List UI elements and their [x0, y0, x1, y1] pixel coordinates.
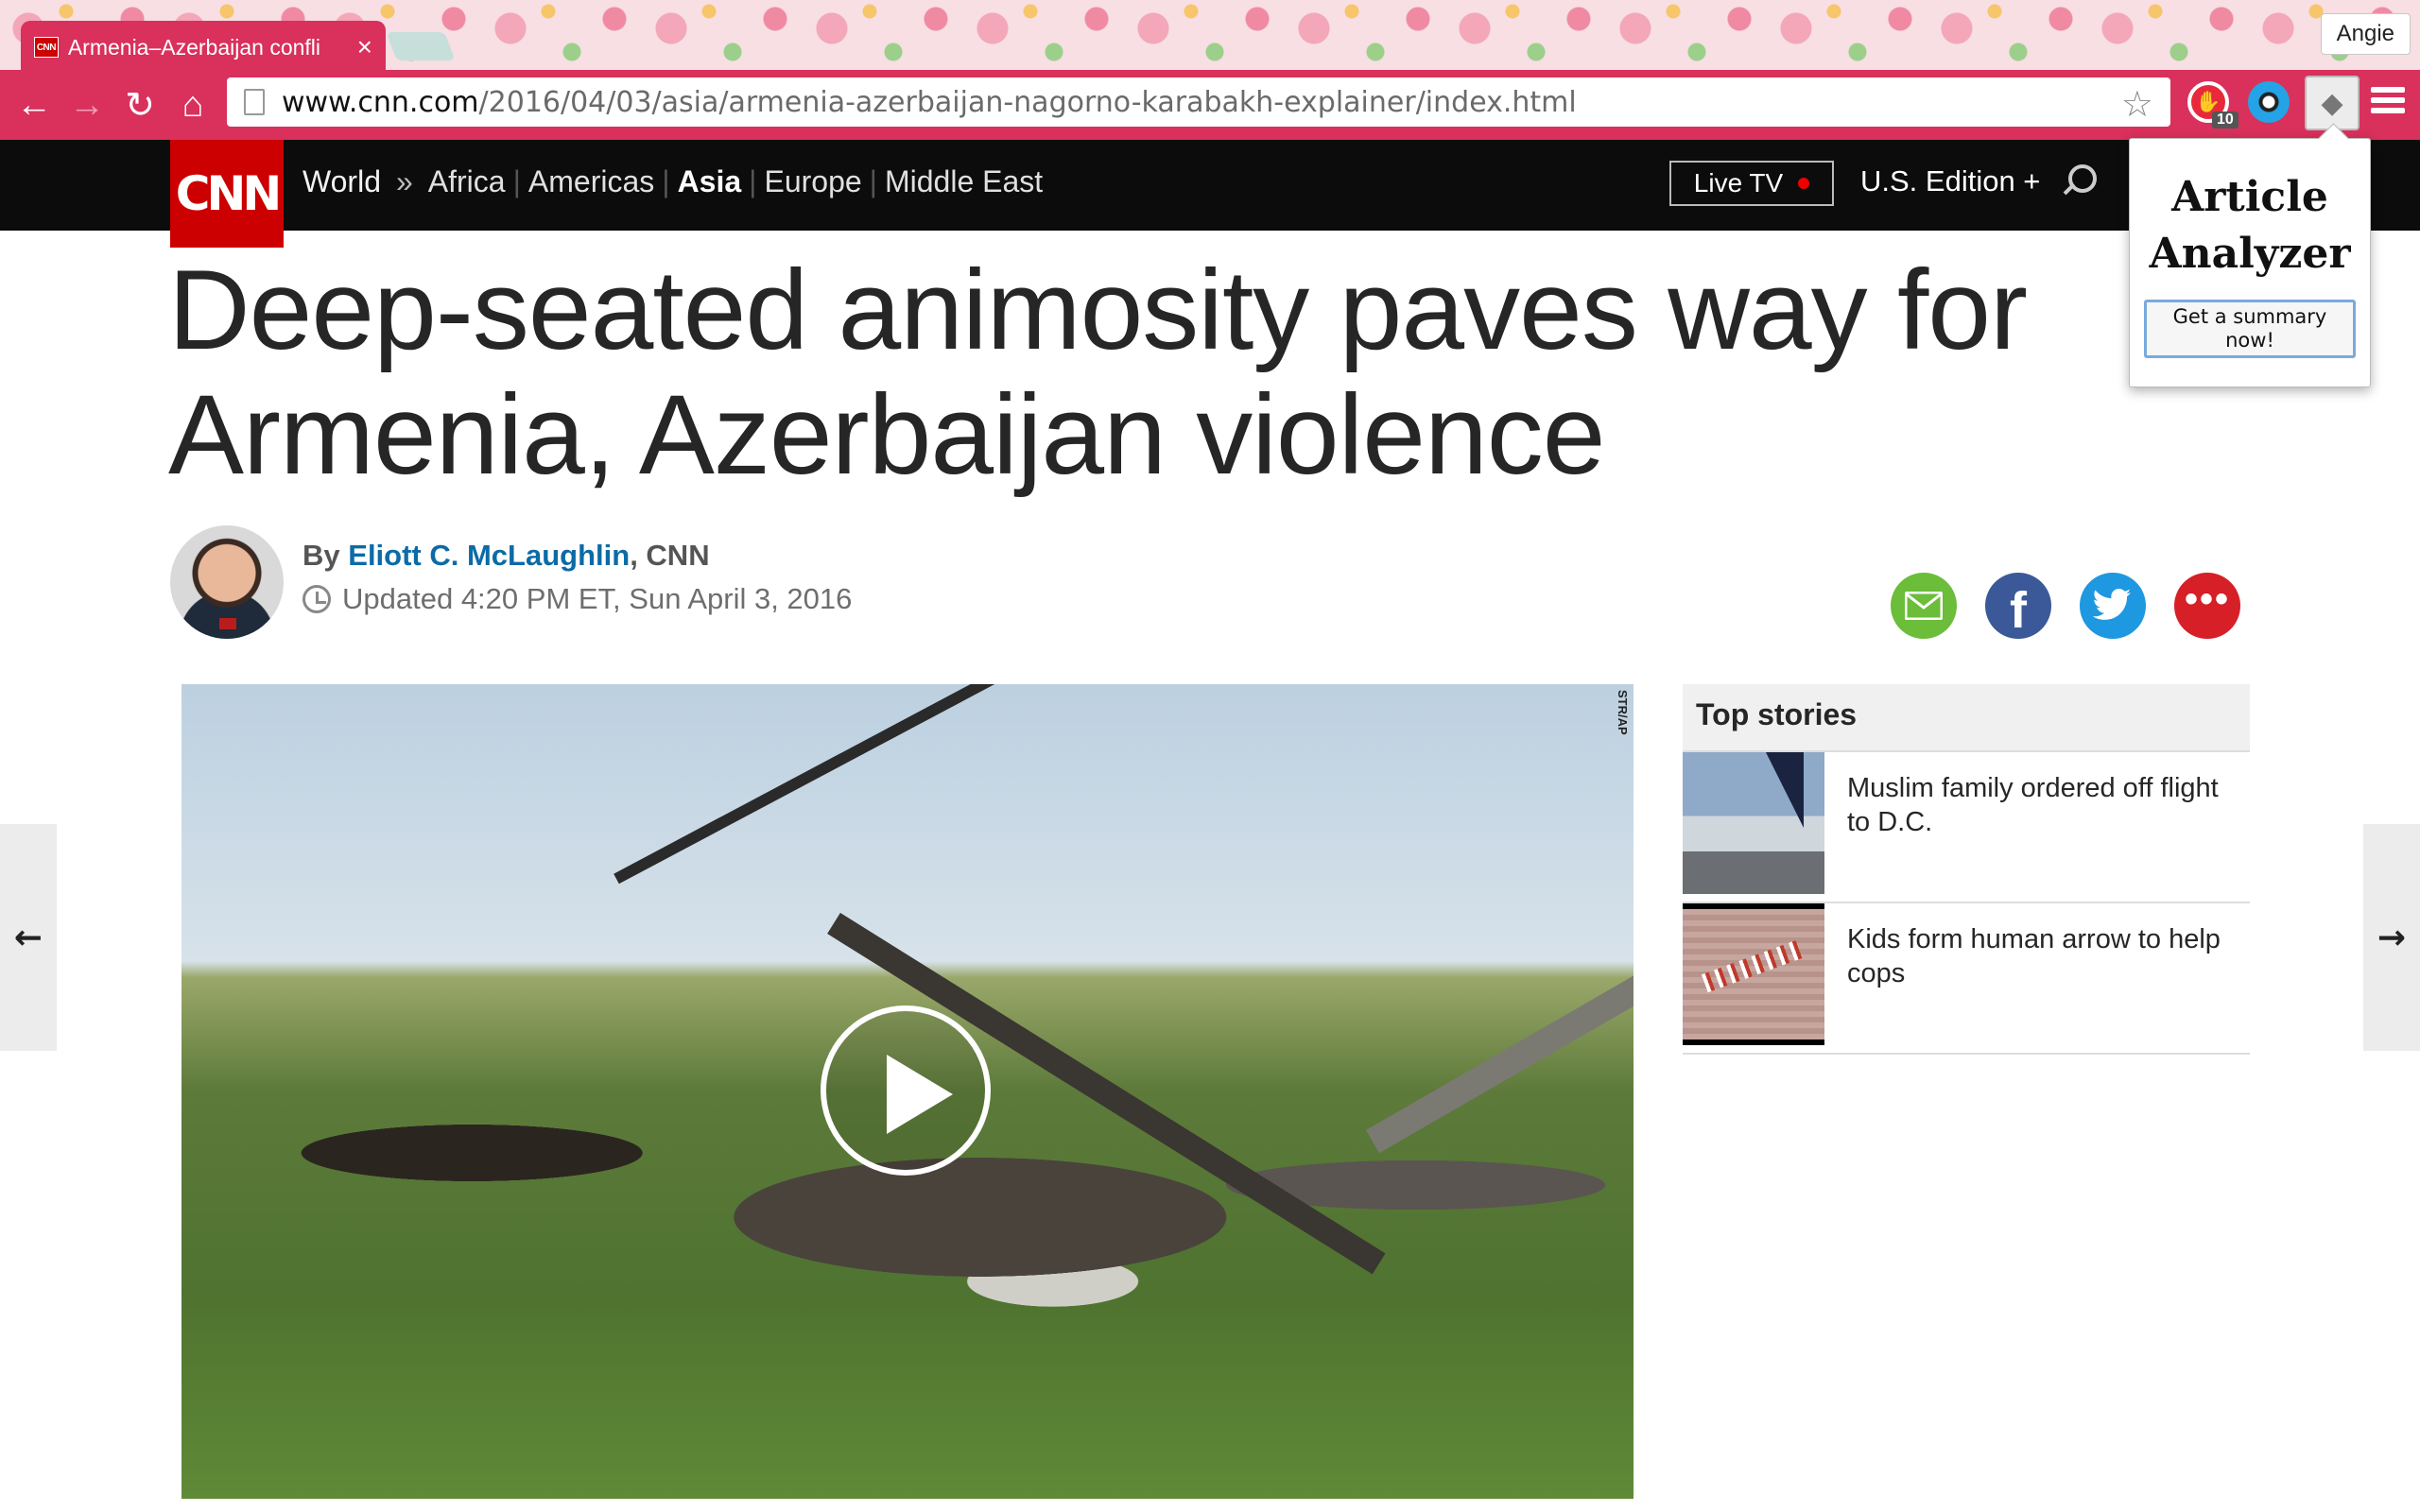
cnn-favicon-icon: CNN [34, 37, 59, 58]
story-title[interactable]: Muslim family ordered off flight to D.C. [1824, 752, 2250, 902]
nav-link-americas[interactable]: Americas [528, 164, 654, 199]
previous-article-arrow-icon[interactable]: ← [0, 824, 57, 1051]
share-email-icon[interactable] [1891, 573, 1957, 639]
next-article-arrow-icon[interactable]: → [2363, 824, 2420, 1051]
get-summary-button[interactable]: Get a summary now! [2144, 300, 2356, 358]
url-text: www.cnn.com/2016/04/03/asia/armenia-azer… [282, 85, 1577, 119]
forward-icon[interactable]: → [60, 78, 113, 131]
cnn-logo[interactable]: CNN [170, 140, 284, 248]
story-thumbnail[interactable] [1683, 903, 1824, 1045]
menu-icon[interactable] [2371, 87, 2405, 121]
byline: By Eliott C. McLaughlin, CNN [302, 539, 710, 572]
author-link[interactable]: Eliott C. McLaughlin [348, 539, 630, 572]
nav-link-africa[interactable]: Africa [428, 164, 506, 199]
updated-timestamp: Updated 4:20 PM ET, Sun April 3, 2016 [302, 582, 852, 616]
browser-tabstrip: CNN Armenia–Azerbaijan confli × Angie [0, 0, 2420, 74]
page-icon [244, 89, 265, 115]
back-icon[interactable]: ← [8, 78, 60, 131]
share-twitter-icon[interactable] [2080, 573, 2146, 639]
top-stories-header: Top stories [1683, 684, 2250, 752]
profile-button[interactable]: Angie [2320, 13, 2411, 55]
story-title[interactable]: Kids form human arrow to help cops [1824, 903, 2250, 1053]
nav-link-world[interactable]: World [302, 164, 381, 199]
share-facebook-icon[interactable]: f [1985, 573, 2051, 639]
adblock-extension-icon[interactable]: ✋ 10 [2187, 81, 2238, 129]
author-avatar[interactable] [170, 525, 284, 639]
tab-title: Armenia–Azerbaijan confli [67, 34, 321, 60]
edition-selector[interactable]: U.S. Edition + [1860, 164, 2040, 198]
share-more-icon[interactable]: ••• [2174, 573, 2240, 639]
extension-badge: 10 [2212, 112, 2238, 129]
article-analyzer-extension-icon[interactable]: ◆ [2305, 76, 2360, 130]
photo-credit: STR/AP [1616, 690, 1630, 735]
list-item[interactable]: Muslim family ordered off flight to D.C. [1683, 752, 2250, 903]
eye-extension-icon[interactable] [2248, 81, 2290, 123]
clock-icon [302, 585, 331, 613]
story-thumbnail[interactable] [1683, 752, 1824, 894]
nav-link-europe[interactable]: Europe [764, 164, 861, 199]
play-icon[interactable] [821, 1005, 991, 1176]
article-headline: Deep-seated animosity paves way for Arme… [168, 247, 2028, 498]
live-tv-button[interactable]: Live TV [1669, 161, 1834, 206]
address-bar[interactable]: www.cnn.com/2016/04/03/asia/armenia-azer… [227, 77, 2170, 127]
video-player[interactable]: STR/AP [182, 684, 1634, 1499]
breadcrumb-separator-icon: » [395, 164, 413, 198]
cnn-navbar: CNN World » Africa | Americas | Asia | E… [0, 140, 2420, 248]
nav-link-middle-east[interactable]: Middle East [885, 164, 1043, 199]
browser-tab[interactable]: CNN Armenia–Azerbaijan confli × [21, 21, 386, 74]
search-icon[interactable] [2059, 163, 2097, 200]
bookmark-star-icon[interactable]: ☆ [2121, 83, 2153, 126]
top-stories-panel: Top stories Muslim family ordered off fl… [1683, 684, 2250, 1055]
close-tab-icon[interactable]: × [357, 34, 372, 60]
new-tab-button[interactable] [386, 32, 456, 60]
reload-icon[interactable]: ↻ [113, 78, 166, 131]
home-icon[interactable]: ⌂ [166, 78, 219, 131]
section-nav: World » Africa | Americas | Asia | Europ… [302, 164, 1044, 199]
nav-link-asia[interactable]: Asia [678, 164, 742, 199]
live-dot-icon [1798, 178, 1810, 189]
browser-toolbar: ← → ↻ ⌂ www.cnn.com/2016/04/03/asia/arme… [0, 70, 2420, 140]
list-item[interactable]: Kids form human arrow to help cops [1683, 903, 2250, 1055]
